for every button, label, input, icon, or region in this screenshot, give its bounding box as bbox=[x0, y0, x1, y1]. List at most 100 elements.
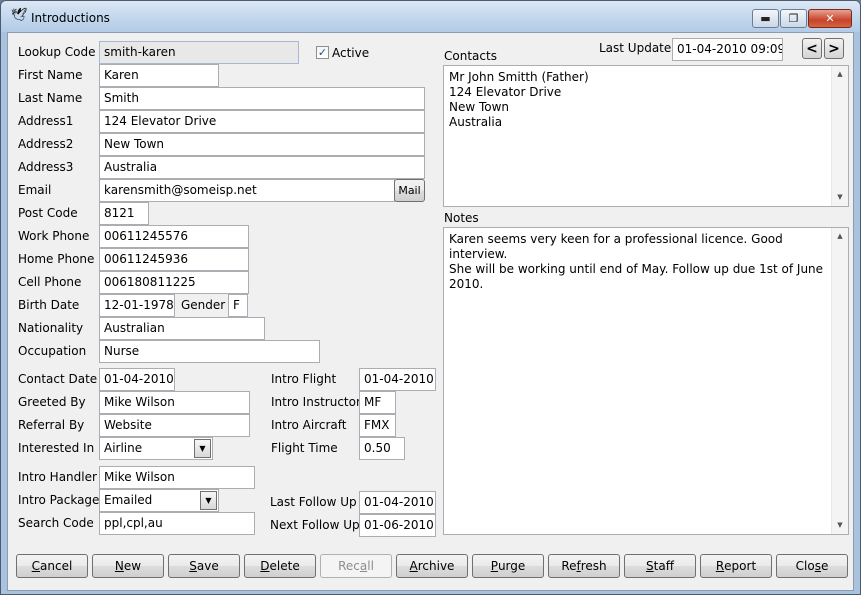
contacts-line: 124 Elevator Drive bbox=[449, 85, 562, 99]
intro-instructor-field[interactable]: MF bbox=[359, 391, 396, 414]
interested-in-select[interactable]: Airline ▼ bbox=[99, 437, 213, 460]
minimize-icon: ▬ bbox=[760, 12, 771, 25]
gender-label: Gender bbox=[181, 298, 226, 312]
post-code-label: Post Code bbox=[18, 206, 78, 220]
delete-button[interactable]: Delete bbox=[244, 554, 316, 578]
notes-textarea[interactable]: Karen seems very keen for a professional… bbox=[443, 227, 849, 535]
first-name-field[interactable]: Karen bbox=[99, 64, 219, 87]
last-follow-up-label: Last Follow Up bbox=[270, 495, 357, 509]
last-name-field[interactable]: Smith bbox=[99, 87, 425, 110]
address1-label: Address1 bbox=[18, 114, 74, 128]
birth-date-field[interactable]: 12-01-1978 bbox=[99, 294, 175, 317]
intro-instructor-label: Intro Instructor bbox=[271, 395, 361, 409]
contacts-label: Contacts bbox=[444, 49, 497, 63]
intro-package-select[interactable]: Emailed ▼ bbox=[99, 489, 219, 512]
cell-phone-field[interactable]: 006180811225 bbox=[99, 271, 249, 294]
scroll-up-icon[interactable]: ▲ bbox=[832, 228, 848, 245]
maximize-icon: ❐ bbox=[788, 12, 799, 25]
purge-button[interactable]: Purge bbox=[472, 554, 544, 578]
chevron-down-icon[interactable]: ▼ bbox=[200, 491, 217, 510]
occupation-label: Occupation bbox=[18, 344, 87, 358]
intro-package-value: Emailed bbox=[104, 493, 153, 507]
next-record-button[interactable]: > bbox=[824, 38, 844, 59]
scroll-up-icon[interactable]: ▲ bbox=[832, 66, 848, 83]
chevron-left-icon: < bbox=[806, 40, 818, 57]
close-button[interactable]: Clo s e bbox=[776, 554, 848, 578]
address2-field[interactable]: New Town bbox=[99, 133, 425, 156]
address1-field[interactable]: 124 Elevator Drive bbox=[99, 110, 425, 133]
address3-label: Address3 bbox=[18, 160, 74, 174]
contacts-line: Mr John Smitth (Father) bbox=[449, 70, 589, 84]
checkmark-icon: ✓ bbox=[317, 46, 328, 59]
email-field[interactable]: karensmith@someisp.net bbox=[99, 179, 395, 202]
nationality-field[interactable]: Australian bbox=[99, 317, 265, 340]
greeted-by-field[interactable]: Mike Wilson bbox=[99, 391, 250, 414]
save-button[interactable]: Save bbox=[168, 554, 240, 578]
previous-record-button[interactable]: < bbox=[802, 38, 822, 59]
home-phone-label: Home Phone bbox=[18, 252, 95, 266]
next-follow-up-field[interactable]: 01-06-2010 bbox=[359, 514, 436, 537]
active-label: Active bbox=[332, 46, 370, 60]
contacts-textarea[interactable]: Mr John Smitth (Father) 124 Elevator Dri… bbox=[443, 65, 849, 207]
intro-handler-field[interactable]: Mike Wilson bbox=[99, 466, 255, 489]
refresh-button[interactable]: Re f resh bbox=[548, 554, 620, 578]
intro-handler-label: Intro Handler bbox=[18, 470, 97, 484]
lookup-code-field[interactable]: smith-karen bbox=[99, 41, 299, 64]
window-controls: ▬ ❐ ✕ bbox=[751, 9, 852, 28]
notes-line: Karen seems very keen for a professional… bbox=[449, 232, 783, 261]
last-update-label: Last Update bbox=[599, 41, 672, 55]
title-bar[interactable]: 🕊 Introductions ▬ ❐ ✕ bbox=[1, 1, 860, 32]
last-update-field[interactable]: 01-04-2010 09:09 bbox=[672, 38, 783, 61]
archive-button[interactable]: Archive bbox=[396, 554, 468, 578]
last-name-label: Last Name bbox=[18, 91, 83, 105]
next-follow-up-label: Next Follow Up bbox=[270, 518, 360, 532]
gender-field[interactable]: F bbox=[228, 294, 248, 317]
search-code-field[interactable]: ppl,cpl,au bbox=[99, 512, 255, 535]
cell-phone-label: Cell Phone bbox=[18, 275, 82, 289]
intro-flight-field[interactable]: 01-04-2010 bbox=[359, 368, 436, 391]
address3-field[interactable]: Australia bbox=[99, 156, 425, 179]
active-checkbox[interactable]: ✓ bbox=[316, 46, 329, 59]
scroll-down-icon[interactable]: ▼ bbox=[832, 189, 848, 206]
work-phone-field[interactable]: 00611245576 bbox=[99, 225, 249, 248]
occupation-field[interactable]: Nurse bbox=[99, 340, 320, 363]
scroll-down-icon[interactable]: ▼ bbox=[832, 517, 848, 534]
minimize-button[interactable]: ▬ bbox=[752, 9, 779, 28]
intro-aircraft-label: Intro Aircraft bbox=[271, 418, 347, 432]
flight-time-field[interactable]: 0.50 bbox=[359, 437, 405, 460]
notes-line: She will be working until end of May. Fo… bbox=[449, 262, 824, 291]
last-follow-up-field[interactable]: 01-04-2010 bbox=[359, 491, 436, 514]
home-phone-field[interactable]: 00611245936 bbox=[99, 248, 249, 271]
interested-in-value: Airline bbox=[104, 441, 143, 455]
chevron-down-icon[interactable]: ▼ bbox=[194, 439, 211, 458]
contact-date-field[interactable]: 01-04-2010 bbox=[99, 368, 175, 391]
intro-aircraft-field[interactable]: FMX bbox=[359, 414, 396, 437]
work-phone-label: Work Phone bbox=[18, 229, 90, 243]
report-button[interactable]: Report bbox=[700, 554, 772, 578]
intro-package-label: Intro Package bbox=[18, 493, 100, 507]
close-window-button[interactable]: ✕ bbox=[808, 9, 852, 28]
interested-in-label: Interested In bbox=[18, 441, 95, 455]
contacts-scrollbar[interactable]: ▲ ▼ bbox=[831, 66, 848, 206]
maximize-button[interactable]: ❐ bbox=[780, 9, 807, 28]
recall-button[interactable]: Rec a ll bbox=[320, 554, 392, 578]
staff-button[interactable]: Staff bbox=[624, 554, 696, 578]
flight-time-label: Flight Time bbox=[271, 441, 338, 455]
notes-scrollbar[interactable]: ▲ ▼ bbox=[831, 228, 848, 534]
new-button[interactable]: New bbox=[92, 554, 164, 578]
search-code-label: Search Code bbox=[18, 516, 94, 530]
contacts-line: New Town bbox=[449, 100, 510, 114]
cancel-button[interactable]: Cancel bbox=[16, 554, 88, 578]
first-name-label: First Name bbox=[18, 68, 83, 82]
post-code-field[interactable]: 8121 bbox=[99, 202, 149, 225]
email-label: Email bbox=[18, 183, 52, 197]
mail-button[interactable]: Mail bbox=[394, 179, 425, 202]
greeted-by-label: Greeted By bbox=[18, 395, 86, 409]
lookup-code-label: Lookup Code bbox=[18, 45, 96, 59]
address2-label: Address2 bbox=[18, 137, 74, 151]
referral-by-field[interactable]: Website bbox=[99, 414, 250, 437]
bird-icon: 🕊 bbox=[11, 8, 28, 23]
contacts-line: Australia bbox=[449, 115, 503, 129]
birth-date-label: Birth Date bbox=[18, 298, 80, 312]
form-client-area: Lookup Code smith-karen ✓ Active First N… bbox=[7, 32, 854, 591]
